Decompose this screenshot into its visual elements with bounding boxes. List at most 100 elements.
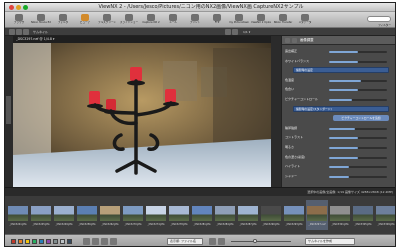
view-mode-image-button[interactable] [23, 29, 29, 35]
filmstrip-thumbnail[interactable]: _DSC3297.nef [306, 200, 328, 230]
adjustment-slider[interactable] [329, 51, 387, 53]
thumbnail-label: _DSC3305.JPG [354, 223, 372, 226]
color-label-chip[interactable] [60, 239, 65, 244]
print-icon [191, 14, 199, 21]
color-label-chip[interactable] [67, 239, 72, 244]
toolbar-button-3[interactable]: ビューア [75, 14, 95, 27]
prev-image-icon[interactable] [209, 238, 216, 245]
panel-select[interactable]: 撮影時の設定 [293, 67, 389, 74]
filmstrip-thumbnail[interactable]: _DSC3301.JPG [329, 200, 351, 230]
panel-header: 画像調整 [282, 36, 395, 45]
zoom-window-button[interactable] [23, 5, 28, 10]
minimize-window-button[interactable] [16, 5, 21, 10]
thumbnail-label: _DSC3241.JPG [9, 223, 27, 226]
rotate-right-icon[interactable] [232, 29, 238, 35]
close-window-button[interactable] [9, 5, 14, 10]
adjustment-slider[interactable] [329, 60, 387, 63]
adjustment-slider[interactable] [329, 156, 387, 159]
adjustment-slider[interactable] [329, 79, 387, 82]
filmstrip-thumbnail[interactable]: _DSC3274.JPG [145, 200, 167, 230]
view-mode-grid-button[interactable] [9, 29, 15, 35]
thumbnail-label: _DSC3290.JPG [262, 223, 280, 226]
filmstrip-thumbnail[interactable]: _DSC3290.JPG [260, 200, 282, 230]
panel-select[interactable]: 撮影時の設定(スタンダード) [293, 105, 389, 112]
toolbar-button-10[interactable]: my Picturetown [229, 14, 249, 27]
toolbar-button-8[interactable]: プリント [185, 14, 205, 27]
thumbnail-image [307, 206, 327, 221]
protect-icon[interactable] [101, 238, 108, 245]
toolbar-button-1[interactable]: Nikon Movie Editor [31, 14, 51, 27]
toolbar-button-11[interactable]: ViewNX 2 Upload [251, 14, 271, 27]
color-label-chip[interactable] [18, 239, 23, 244]
adjustment-slider[interactable] [329, 127, 387, 130]
toolbar-button-5[interactable]: スライドショー [119, 14, 139, 27]
title-bar: ViewNX 2 - /Users/Jesco/Pictures/ニコン用のNX… [5, 3, 395, 12]
toolbar-button-label: ViewNX 2 Upload [251, 21, 271, 24]
panel-settings-icon[interactable] [292, 38, 297, 43]
toolbar-button-2[interactable]: フォルダ [53, 14, 73, 27]
browser-icon [15, 14, 23, 21]
toolbar-button-6[interactable]: Capture NX 2 [141, 14, 161, 27]
panel-collapse-icon[interactable] [285, 38, 290, 43]
toolbar-button-label: フォルダ [57, 21, 69, 24]
add-picture-control-button[interactable]: ピクチャーコントロールを追加 [333, 115, 389, 122]
filmstrip-thumbnail[interactable]: _DSC3281.JPG [191, 200, 213, 230]
panel-row-label: 色の濃さ(彩度) [285, 154, 306, 159]
toolbar-button-0[interactable]: ブラウザ [9, 14, 29, 27]
thumbnail-image [100, 206, 120, 221]
adjustment-slider[interactable] [329, 89, 387, 92]
color-label-chip[interactable] [46, 239, 51, 244]
filmstrip-thumbnail[interactable]: _DSC3293.JPG [283, 200, 305, 230]
adjustment-slider[interactable] [329, 175, 387, 178]
toolbar-button-4[interactable]: フルスクリーン [97, 14, 117, 27]
filmstrip-thumbnail[interactable]: _DSC3249.JPG [53, 200, 75, 230]
color-label-chip[interactable] [32, 239, 37, 244]
upload-icon [257, 14, 265, 21]
filmstrip-thumbnail[interactable]: _DSC3241.JPG [7, 200, 29, 230]
main-photo[interactable] [13, 43, 271, 187]
rotate-left-icon[interactable] [225, 29, 231, 35]
adjustment-slider[interactable] [329, 147, 387, 149]
filmstrip-thumbnail[interactable]: _DSC3262.JPG [99, 200, 121, 230]
panel-row: 輪郭強調 [285, 125, 395, 132]
toolbar-button-12[interactable]: Nikon Transfer [273, 14, 293, 27]
color-label-chip[interactable] [11, 239, 16, 244]
rotate-icon[interactable] [92, 238, 99, 245]
panel-row: ピクチャーコントロール [285, 96, 395, 103]
zoom-readout[interactable]: 1/1 ▾ [243, 29, 250, 35]
filmstrip-thumbnail[interactable]: _DSC3284.JPG [214, 200, 236, 230]
next-image-icon[interactable] [218, 238, 225, 245]
filmstrip-thumbnail[interactable]: _DSC3256.JPG [76, 200, 98, 230]
filter-search-input[interactable] [367, 16, 391, 22]
adjustment-slider[interactable] [329, 99, 387, 101]
left-panel-toggle[interactable] [6, 96, 11, 124]
filmstrip-thumbnail[interactable]: _DSC3287.JPG [237, 200, 259, 230]
filmstrip-thumbnail[interactable]: _DSC3278.JPG [168, 200, 190, 230]
zoom-slider-knob[interactable] [253, 239, 258, 243]
filmstrip-thumbnail[interactable]: _DSC3305.JPG [352, 200, 374, 230]
folder-icon [59, 14, 67, 21]
zoom-slider[interactable] [231, 239, 291, 243]
panel-row-label: ピクチャーコントロール [285, 97, 318, 101]
color-label-chip[interactable] [53, 239, 58, 244]
rating-star-icon[interactable] [83, 238, 90, 245]
panel-row: ハイライト [285, 163, 395, 170]
toolbar-button-13[interactable]: メタデータ [295, 14, 315, 27]
sort-order-select[interactable]: 表示順: ファイル名 [167, 238, 203, 245]
toolbar-button-9[interactable]: FTP [207, 14, 227, 27]
slideshow-icon [125, 14, 133, 21]
thumbnail-label: _DSC3293.JPG [285, 223, 303, 226]
thumbnail-size-select[interactable]: サムネイルを作成 [305, 238, 355, 245]
filmstrip-thumbnail[interactable]: _DSC3270.JPG [122, 200, 144, 230]
info-icon[interactable] [110, 238, 117, 245]
filmstrip-thumbnail[interactable]: _DSC3309.JPG [375, 200, 395, 230]
adjustment-slider[interactable] [329, 166, 387, 169]
toolbar-button-7[interactable]: メール [163, 14, 183, 27]
adjustment-slider[interactable] [329, 137, 387, 140]
view-mode-list-button[interactable] [16, 29, 22, 35]
thumbnail-image [77, 206, 97, 221]
toolbar-button-label: FTP [214, 21, 220, 24]
color-label-chip[interactable] [39, 239, 44, 244]
filmstrip-thumbnail[interactable]: _DSC3245.JPG [30, 200, 52, 230]
color-label-chip[interactable] [25, 239, 30, 244]
